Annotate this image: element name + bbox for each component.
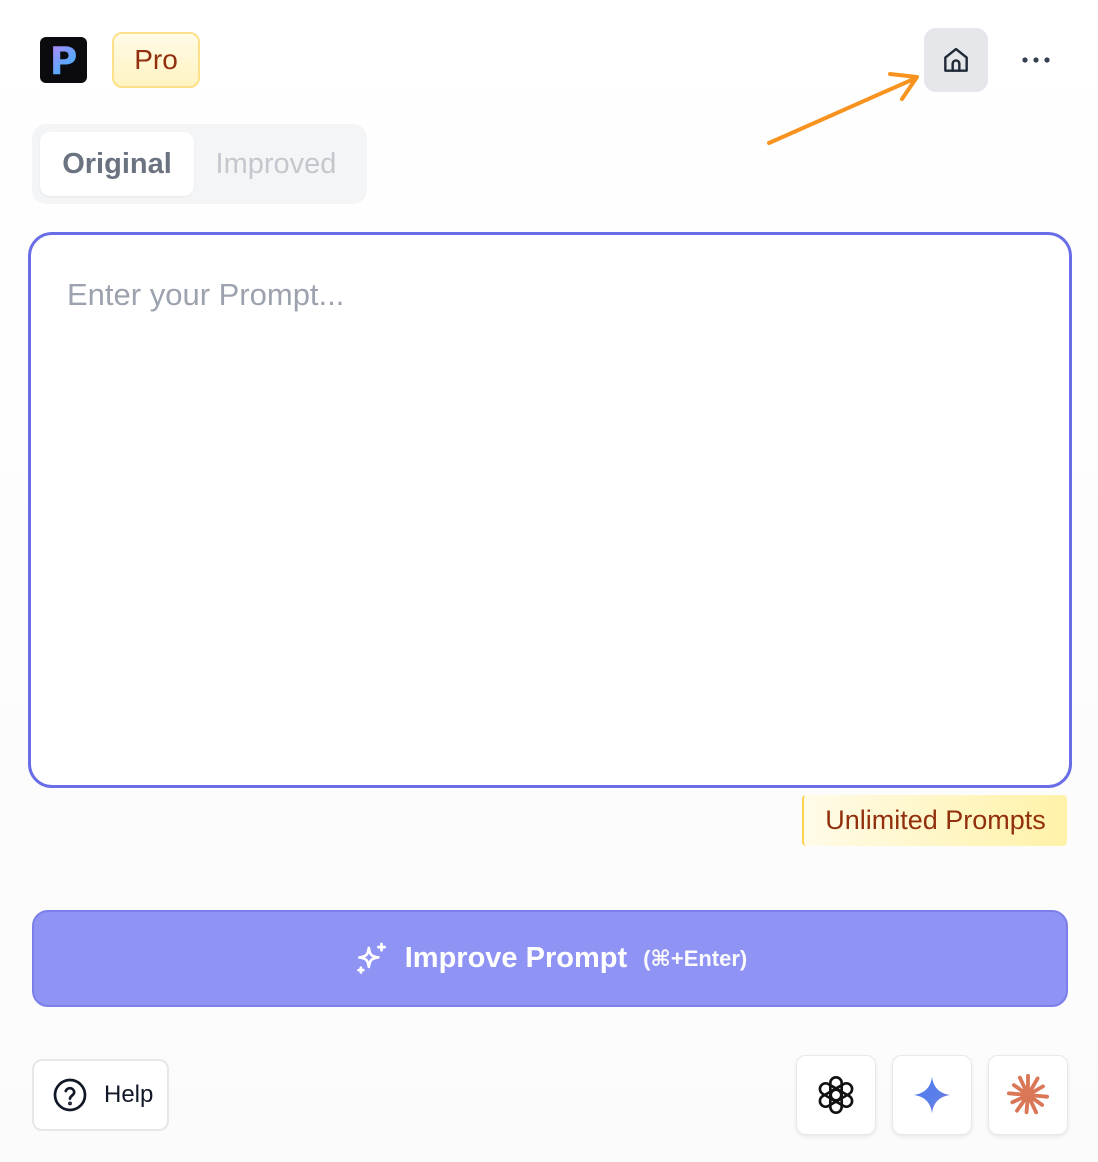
keyboard-shortcut-hint: (⌘+Enter): [643, 945, 748, 971]
help-button[interactable]: Help: [32, 1059, 169, 1131]
logo-letter: P: [49, 39, 78, 83]
pro-badge-label: Pro: [134, 44, 178, 75]
prompt-tabs: Original Improved: [32, 124, 367, 204]
claude-icon: [1006, 1073, 1050, 1115]
tab-original[interactable]: Original: [40, 132, 194, 196]
chatgpt-icon: [818, 1075, 854, 1115]
more-horizontal-icon: [1022, 57, 1050, 63]
more-options-button[interactable]: [1008, 36, 1064, 84]
app-logo: P: [40, 37, 87, 83]
sparkles-icon: [356, 942, 386, 974]
improve-prompt-label: Improve Prompt: [404, 942, 628, 974]
prompt-input[interactable]: [28, 232, 1072, 788]
unlimited-prompts-label: Unlimited Prompts: [825, 805, 1046, 835]
improve-prompt-button[interactable]: Improve Prompt (⌘+Enter): [32, 910, 1068, 1007]
chatgpt-button[interactable]: [796, 1055, 876, 1135]
question-circle-icon: [53, 1078, 87, 1112]
annotation-arrow: [767, 72, 919, 145]
home-icon: [944, 47, 968, 72]
gemini-icon: [913, 1076, 951, 1114]
home-button[interactable]: [924, 28, 988, 92]
tab-improved[interactable]: Improved: [202, 132, 350, 196]
help-label: Help: [104, 1081, 154, 1108]
gemini-button[interactable]: [892, 1055, 972, 1135]
prompt-app: P Pro Original Improved Unlimited Prompt…: [0, 0, 1098, 1162]
claude-button[interactable]: [988, 1055, 1068, 1135]
pro-badge: Pro: [112, 32, 200, 88]
unlimited-prompts-badge: Unlimited Prompts: [802, 795, 1067, 846]
